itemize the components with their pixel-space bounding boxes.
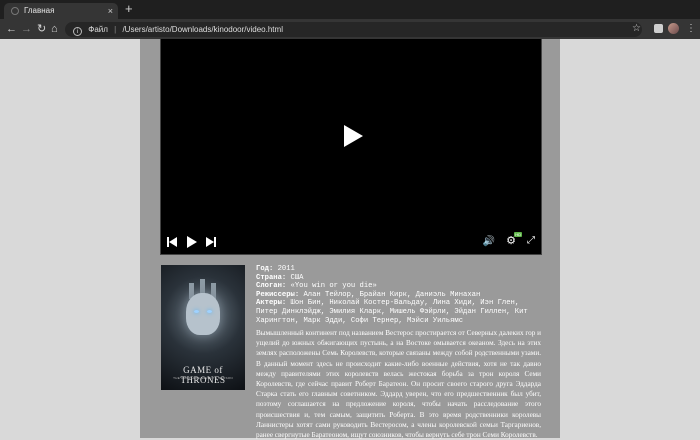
address-separator: | — [114, 25, 117, 34]
movie-description: Вымышленный континент под названием Вест… — [256, 329, 541, 440]
forward-button[interactable]: → — [21, 19, 32, 39]
poster-eye — [194, 310, 199, 313]
site-info-label: Файл — [88, 25, 108, 34]
night-king-face — [186, 293, 220, 335]
home-button[interactable]: ⌂ — [51, 19, 58, 39]
poster-eye — [207, 310, 212, 313]
profile-avatar[interactable] — [668, 23, 679, 34]
player-controls: 🔊 ⚙ HD ⤢ — [161, 232, 541, 254]
close-tab-icon[interactable]: × — [108, 3, 113, 19]
actors-value: Шон Бин, Николай Костер-Вальдау, Лина Хи… — [256, 299, 528, 325]
fullscreen-icon[interactable]: ⤢ — [527, 235, 535, 246]
reload-button[interactable]: ↻ — [37, 19, 46, 39]
new-tab-button[interactable]: + — [125, 1, 133, 16]
tab-main[interactable]: Главная × — [4, 3, 118, 19]
url-text: /Users/artisto/Downloads/kinodoor/video.… — [122, 25, 283, 34]
movie-poster: GAME of THRONES THE COMPLETE SEVENTH SEA… — [161, 265, 245, 390]
hd-badge: HD — [514, 232, 522, 237]
extensions-puzzle-icon[interactable] — [654, 24, 663, 33]
country-value: США — [290, 273, 304, 282]
poster-title: GAME of THRONES — [180, 365, 226, 385]
year-value: 2011 — [277, 265, 295, 273]
slogan-value: «You win or you die» — [290, 282, 377, 291]
browser-menu-icon[interactable]: ⋮ — [686, 19, 696, 39]
previous-icon[interactable] — [167, 237, 177, 247]
actors-row: Актеры: Шон Бин, Николай Костер-Вальдау,… — [256, 299, 528, 325]
tab-strip: Главная × + — [0, 0, 700, 19]
back-button[interactable]: ← — [6, 19, 17, 39]
address-bar[interactable]: i Файл | /Users/artisto/Downloads/kinodo… — [65, 22, 642, 37]
play-icon[interactable] — [187, 236, 197, 248]
poster-subtitle: THE COMPLETE SEVENTH SEASON — [173, 376, 233, 380]
year-row: Год: 2011 — [256, 265, 295, 273]
info-icon[interactable]: i — [73, 27, 82, 36]
directors-value: Алан Тейлор, Брайан Кирк, Даниэль Минаха… — [303, 290, 481, 299]
movie-meta: Год: 2011 Страна: США Слоган: «You win o… — [256, 265, 536, 325]
browser-toolbar: ← → ↻ ⌂ i Файл | /Users/artisto/Download… — [0, 19, 700, 39]
next-icon[interactable] — [206, 237, 216, 247]
bookmark-star-icon[interactable]: ☆ — [632, 19, 641, 39]
video-player[interactable]: 🔊 ⚙ HD ⤢ — [160, 39, 542, 255]
tab-title: Главная — [24, 6, 55, 15]
slogan-row: Слоган: «You win or you die» — [256, 282, 377, 291]
big-play-icon[interactable] — [344, 125, 363, 147]
page-content: 🔊 ⚙ HD ⤢ GAME of THRONES THE COMPLETE SE… — [140, 39, 560, 440]
favicon-icon — [11, 7, 19, 15]
volume-icon[interactable]: 🔊 — [483, 236, 495, 247]
country-row: Страна: США — [256, 273, 304, 282]
